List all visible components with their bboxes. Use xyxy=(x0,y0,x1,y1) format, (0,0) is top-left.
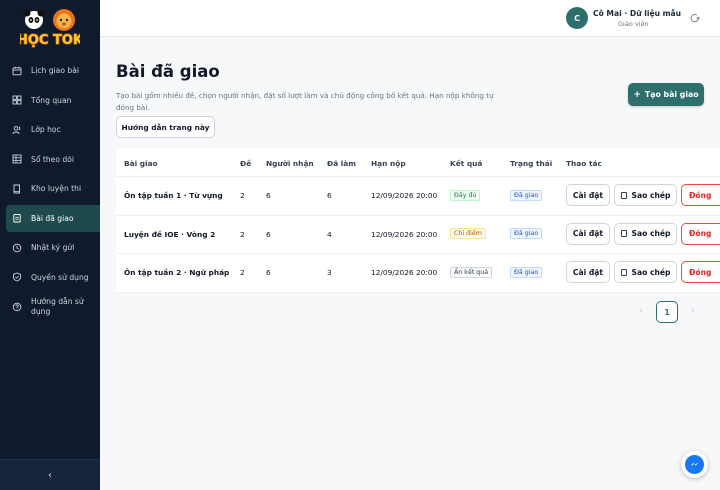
help-icon xyxy=(12,302,22,312)
create-assignment-label: Tạo bài giao xyxy=(644,90,699,99)
copy-icon xyxy=(620,230,627,237)
copy-button[interactable]: Sao chép xyxy=(614,184,677,206)
sidebar-item-label: Lịch giao bài xyxy=(31,66,79,76)
sidebar-nav: Lịch giao bài Tổng quan Lớp học Sổ theo … xyxy=(0,56,100,322)
logout-icon[interactable] xyxy=(690,13,700,23)
result-badge: Chỉ điểm xyxy=(450,228,486,239)
deadline: 12/09/2026 20:00 xyxy=(371,229,438,239)
assignment-name[interactable]: Ôn tập tuần 1 · Từ vựng xyxy=(124,191,223,200)
page-description: Tạo bài gồm nhiều đề, chọn người nhận, đ… xyxy=(116,91,494,112)
table-row: Luyện đề IOE · Vòng 2 2 6 4 12/09/2026 2… xyxy=(116,216,720,254)
done-count: 6 xyxy=(327,191,332,200)
result-badge: Ẩn kết quả xyxy=(450,266,493,278)
sidebar-item-quyen-su-dung[interactable]: Quyền sử dụng xyxy=(0,263,100,293)
status-badge: Đã giao xyxy=(510,189,543,201)
pagination-next-button[interactable]: › xyxy=(688,306,698,318)
deadline: 12/09/2026 20:00 xyxy=(371,268,438,277)
copy-icon xyxy=(620,268,627,276)
topbar: C Cô Mai · Dữ liệu mẫu Giáo viên xyxy=(100,0,720,37)
sidebar-item-label: Quyền sử dụng xyxy=(31,272,89,282)
recipient-count: 6 xyxy=(266,229,271,239)
page-guide-button[interactable]: Hướng dẫn trang này xyxy=(116,116,215,138)
settings-button[interactable]: Cài đặt xyxy=(566,261,610,283)
copy-icon xyxy=(620,191,627,199)
exam-count: 2 xyxy=(240,229,245,239)
sidebar-item-label: Bài đã giao xyxy=(31,213,74,223)
column-header[interactable]: Bài giao xyxy=(124,159,158,168)
copy-button[interactable]: Sao chép xyxy=(614,222,677,245)
grid-icon xyxy=(12,95,22,105)
settings-button[interactable]: Cài đặt xyxy=(566,222,610,245)
sidebar-item-label: Sổ theo dõi xyxy=(31,154,74,164)
assignment-name[interactable]: Luyện đề IOE · Vòng 2 xyxy=(124,230,215,239)
deadline: 12/09/2026 20:00 xyxy=(371,191,438,200)
table-icon xyxy=(12,154,22,164)
hoctok-logo[interactable]: HỌC TOK xyxy=(16,6,85,49)
close-assignment-button[interactable]: Đóng xyxy=(681,222,720,245)
page-title: Bài đã giao xyxy=(116,62,220,81)
copy-label: Sao chép xyxy=(631,229,671,238)
clipboard-icon xyxy=(12,213,22,223)
avatar[interactable]: C xyxy=(566,7,588,29)
column-header[interactable]: Hạn nộp xyxy=(371,159,406,168)
column-header[interactable]: Thao tác xyxy=(566,159,602,168)
messenger-icon xyxy=(685,455,704,474)
chevron-left-icon: ‹ xyxy=(48,469,52,481)
pagination-page[interactable]: 1 xyxy=(656,301,678,323)
copy-label: Sao chép xyxy=(631,267,671,277)
exam-count: 2 xyxy=(240,268,245,277)
sidebar-item-kho-luyen-thi[interactable]: Kho luyện thi xyxy=(0,174,100,204)
result-badge: Đầy đủ xyxy=(450,189,481,201)
sidebar-item-bai-da-giao[interactable]: Bài đã giao xyxy=(6,204,100,232)
column-header[interactable]: Đề xyxy=(240,159,251,168)
plus-icon: + xyxy=(633,89,641,100)
column-header[interactable]: Người nhận xyxy=(266,159,314,168)
status-badge: Đã giao xyxy=(510,228,543,239)
copy-label: Sao chép xyxy=(631,190,671,200)
copy-button[interactable]: Sao chép xyxy=(614,261,677,283)
sidebar-item-tong-quan[interactable]: Tổng quan xyxy=(0,86,100,116)
close-assignment-button[interactable]: Đóng xyxy=(681,261,720,283)
sidebar-item-so-theo-doi[interactable]: Sổ theo dõi xyxy=(0,145,100,175)
messenger-chat-button[interactable] xyxy=(681,451,708,478)
users-icon xyxy=(12,125,22,135)
recipient-count: 6 xyxy=(266,191,271,200)
pagination-prev-button[interactable]: ‹ xyxy=(636,306,646,318)
user-role: Giáo viên xyxy=(618,20,649,28)
calendar-icon xyxy=(12,66,22,76)
book-icon xyxy=(12,184,22,194)
table-row: Ôn tập tuần 1 · Từ vựng 2 6 6 12/09/2026… xyxy=(116,177,720,216)
close-assignment-button[interactable]: Đóng xyxy=(681,184,720,206)
collapse-sidebar-button[interactable]: ‹ xyxy=(0,459,100,490)
column-header[interactable]: Đã làm xyxy=(327,159,356,168)
sidebar: HỌC TOK Lịch giao bài Tổng quan Lớp học xyxy=(0,0,100,490)
table-row: Ôn tập tuần 2 · Ngữ pháp 2 6 3 12/09/202… xyxy=(116,254,720,293)
create-assignment-button[interactable]: + Tạo bài giao xyxy=(628,83,704,106)
recipient-count: 6 xyxy=(266,268,271,277)
history-icon xyxy=(12,243,22,253)
column-header[interactable]: Trạng thái xyxy=(510,159,552,168)
sidebar-item-lop-hoc[interactable]: Lớp học xyxy=(0,115,100,145)
sidebar-item-nhat-ky-gui[interactable]: Nhật ký gửi xyxy=(0,233,100,263)
user-name: Cô Mai · Dữ liệu mẫu xyxy=(593,9,682,18)
sidebar-item-label: Hướng dẫn sử dụng xyxy=(31,297,84,316)
logo-text: HỌC TOK xyxy=(20,33,80,48)
status-badge: Đã giao xyxy=(510,266,543,278)
done-count: 4 xyxy=(327,229,332,239)
sidebar-item-lich-giao-bai[interactable]: Lịch giao bài xyxy=(0,56,100,86)
exam-count: 2 xyxy=(240,191,245,200)
settings-button[interactable]: Cài đặt xyxy=(566,184,610,206)
done-count: 3 xyxy=(327,268,332,277)
assignment-name[interactable]: Ôn tập tuần 2 · Ngữ pháp xyxy=(124,268,229,277)
assignments-table: Bài giao Đề Người nhận Đã làm Hạn nộp Kế… xyxy=(116,148,720,293)
shield-icon xyxy=(12,272,22,282)
sidebar-item-label: Lớp học xyxy=(31,125,61,135)
sidebar-item-label: Nhật ký gửi xyxy=(31,243,75,253)
table-header: Bài giao Đề Người nhận Đã làm Hạn nộp Kế… xyxy=(116,148,720,177)
sidebar-item-label: Kho luyện thi xyxy=(31,184,82,194)
sidebar-item-label: Tổng quan xyxy=(31,95,72,105)
column-header[interactable]: Kết quả xyxy=(450,159,482,168)
sidebar-item-huong-dan-su-dung[interactable]: Hướng dẫn sử dụng xyxy=(0,292,100,322)
